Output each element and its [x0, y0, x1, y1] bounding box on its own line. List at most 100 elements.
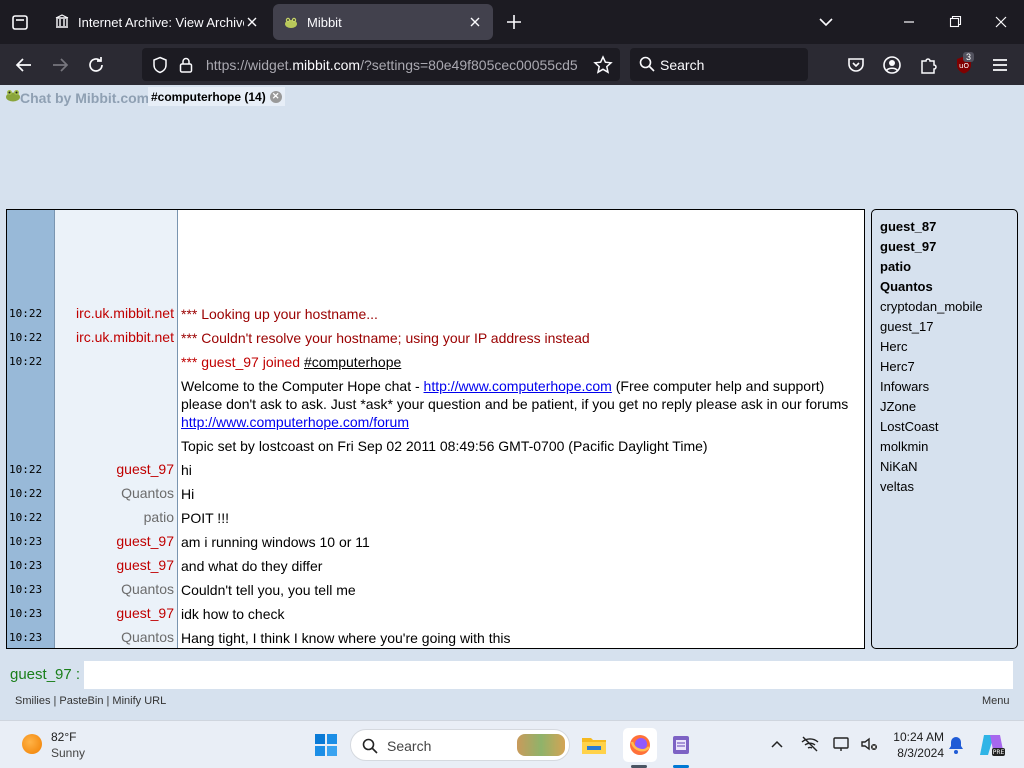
message-nick[interactable]: patio	[56, 509, 174, 525]
volume-muted-icon[interactable]	[860, 735, 878, 758]
chat-header: Chat by Mibbit.com #computerhope (14) ✕	[0, 85, 1024, 107]
search-icon	[362, 738, 378, 759]
padlock-icon[interactable]	[178, 56, 194, 79]
message-nick[interactable]: Quantos	[56, 581, 174, 597]
message-time: 10:23	[9, 631, 43, 644]
user-list-item[interactable]: guest_97	[880, 238, 1017, 258]
message-time: 10:23	[9, 535, 43, 548]
user-list-item[interactable]: Infowars	[880, 378, 1017, 398]
windows-start-icon[interactable]	[312, 731, 340, 759]
message-text: Couldn't tell you, you tell me	[181, 582, 356, 598]
user-list-item[interactable]: cryptodan_mobile	[880, 298, 1017, 318]
user-list-item[interactable]: JZone	[880, 398, 1017, 418]
tab-title: Mibbit	[307, 14, 342, 30]
address-bar[interactable]: https://widget.mibbit.com/?settings=80e4…	[142, 48, 620, 81]
tab-mibbit[interactable]: Mibbit	[273, 4, 493, 40]
windows-taskbar: 82°F Sunny Search 10:24 AM 8/3/2024 PRE	[0, 720, 1024, 768]
message-input[interactable]	[84, 661, 1013, 689]
user-list: guest_87 guest_97 patio Quantos cryptoda…	[871, 209, 1018, 649]
browser-nav-bar: https://widget.mibbit.com/?settings=80e4…	[0, 44, 1024, 85]
message-nick[interactable]: guest_97	[56, 533, 174, 549]
back-arrow-icon[interactable]	[13, 54, 35, 76]
menu-link[interactable]: Menu	[982, 695, 1010, 707]
file-explorer-icon[interactable]	[580, 731, 608, 759]
input-nick-label: guest_97 :	[10, 666, 81, 683]
message-nick[interactable]: guest_97	[56, 605, 174, 621]
notepad-app-icon[interactable]	[667, 731, 695, 759]
new-tab-plus-icon[interactable]	[504, 12, 524, 32]
message-text: idk how to check	[181, 606, 285, 622]
message-nick[interactable]: irc.uk.mibbit.net	[56, 329, 174, 345]
message-time: 10:23	[9, 583, 43, 596]
computerhope-forum-link[interactable]: http://www.computerhope.com/forum	[181, 414, 409, 430]
user-list-item[interactable]: LostCoast	[880, 418, 1017, 438]
user-list-item[interactable]: guest_87	[880, 218, 1017, 238]
message-text: Welcome to the Computer Hope chat - http…	[181, 377, 861, 431]
weather-condition[interactable]: Sunny	[51, 746, 85, 760]
message-time: 10:22	[9, 487, 43, 500]
forward-arrow-icon[interactable]	[49, 54, 71, 76]
weather-sun-icon[interactable]	[22, 734, 42, 754]
list-all-tabs-chevron-icon[interactable]	[817, 12, 835, 32]
message-time: 10:23	[9, 607, 43, 620]
taskbar-search-box[interactable]: Search	[350, 729, 570, 761]
system-clock[interactable]: 10:24 AM 8/3/2024	[884, 729, 944, 761]
user-list-item[interactable]: Herc	[880, 338, 1017, 358]
channel-tab-computerhope[interactable]: #computerhope (14) ✕	[148, 87, 285, 106]
tracking-shield-icon[interactable]	[151, 56, 169, 79]
reload-icon[interactable]	[85, 54, 107, 76]
mibbit-brand-link[interactable]: Chat by Mibbit.com	[20, 90, 149, 106]
user-list-item[interactable]: Quantos	[880, 278, 1017, 298]
user-list-item[interactable]: veltas	[880, 478, 1017, 498]
notification-bell-icon[interactable]	[947, 735, 965, 760]
show-hidden-icons-chevron-up-icon[interactable]	[769, 737, 785, 756]
bookmark-star-icon[interactable]	[593, 55, 613, 80]
hamburger-menu-icon[interactable]	[990, 55, 1010, 80]
tab-close-icon[interactable]	[244, 14, 260, 30]
message-nick[interactable]: irc.uk.mibbit.net	[56, 305, 174, 321]
footer-links[interactable]: Smilies | PasteBin | Minify URL	[15, 695, 166, 707]
search-placeholder: Search	[660, 57, 705, 73]
chat-log[interactable]: 10:22 irc.uk.mibbit.net *** Looking up y…	[6, 209, 865, 649]
clock-date: 8/3/2024	[897, 746, 944, 760]
user-list-item[interactable]: molkmin	[880, 438, 1017, 458]
minimize-icon[interactable]	[897, 10, 921, 34]
search-bar[interactable]: Search	[630, 48, 808, 81]
channel-tab-close-icon[interactable]: ✕	[269, 90, 282, 103]
firefox-icon[interactable]	[623, 728, 657, 762]
tab-overview-icon[interactable]	[8, 10, 32, 34]
copilot-preview-icon[interactable]: PRE	[978, 731, 1006, 764]
user-list-item[interactable]: NiKaN	[880, 458, 1017, 478]
account-icon[interactable]	[882, 55, 902, 80]
mibbit-frog-icon	[283, 14, 299, 30]
user-list-item[interactable]: patio	[880, 258, 1017, 278]
message-nick[interactable]: guest_97	[56, 461, 174, 477]
user-list-item[interactable]: guest_17	[880, 318, 1017, 338]
browser-tab-bar: Internet Archive: View Archive Mibbit	[0, 0, 1024, 44]
message-text: hi	[181, 462, 192, 478]
close-window-icon[interactable]	[989, 10, 1013, 34]
search-highlight-image-icon	[517, 734, 565, 756]
join-text: *** guest_97 joined	[181, 354, 304, 370]
restore-icon[interactable]	[943, 10, 967, 34]
message-nick[interactable]: Quantos	[56, 629, 174, 645]
display-icon[interactable]	[832, 735, 850, 758]
tab-internet-archive[interactable]: Internet Archive: View Archive	[44, 4, 270, 40]
url-rest: /?settings=80e49f805cec00055cd5	[360, 57, 578, 73]
message-text: *** Looking up your hostname...	[181, 306, 378, 322]
tab-close-icon[interactable]	[467, 14, 483, 30]
url-text: https://widget.mibbit.com/?settings=80e4…	[206, 57, 586, 73]
message-nick[interactable]: Quantos	[56, 485, 174, 501]
channel-link[interactable]: #computerhope	[304, 354, 401, 370]
extensions-puzzle-icon[interactable]	[918, 55, 938, 80]
archive-icon	[54, 14, 70, 30]
computerhope-link[interactable]: http://www.computerhope.com	[424, 378, 612, 394]
weather-temperature[interactable]: 82°F	[51, 730, 76, 744]
message-text: Hang tight, I think I know where you're …	[181, 630, 511, 646]
message-text: Topic set by lostcoast on Fri Sep 02 201…	[181, 438, 708, 454]
message-nick[interactable]: guest_97	[56, 557, 174, 573]
message-input-row: guest_97 :	[0, 659, 1024, 691]
network-offline-icon[interactable]	[800, 735, 820, 758]
user-list-item[interactable]: Herc7	[880, 358, 1017, 378]
pocket-icon[interactable]	[846, 55, 866, 80]
